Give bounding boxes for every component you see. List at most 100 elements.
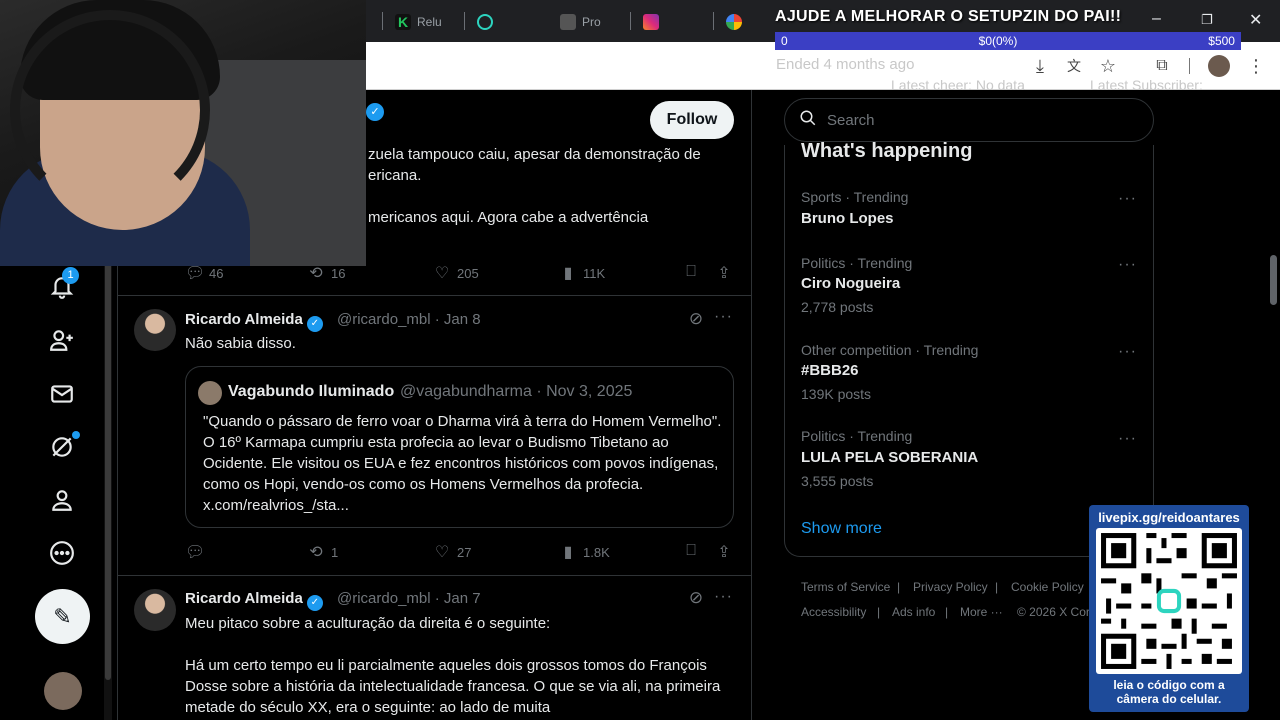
latest-subscriber: Latest Subscriber: (1090, 77, 1203, 93)
trend-meta: Other competition · Trending (801, 342, 979, 358)
profile-avatar[interactable] (1208, 55, 1230, 77)
share-button[interactable]: ⇪ (715, 542, 733, 562)
minimize-icon[interactable]: – (1152, 10, 1161, 28)
more-icon[interactable]: ··· (1118, 256, 1137, 274)
trend-name[interactable]: Bruno Lopes (801, 210, 894, 227)
repost-icon: ⟲ (309, 544, 323, 561)
trend-name[interactable]: LULA PELA SOBERANIA (801, 449, 978, 466)
tab-2[interactable] (477, 8, 493, 36)
qr-caption-line1: leia o código com a (1113, 678, 1225, 692)
tab-google[interactable] (726, 8, 742, 36)
author-name[interactable]: Ricardo Almeida ✓ (185, 590, 323, 611)
trend-meta: Politics · Trending (801, 255, 913, 271)
repost-button[interactable]: ⟲ 16 (307, 263, 345, 283)
trend-count: 3,555 posts (801, 473, 874, 489)
bookmark-button[interactable]: ⎕ (682, 263, 700, 281)
reply-icon: 💬︎ (185, 544, 206, 561)
author-handle-date[interactable]: @ricardo_mbl · Jan 7 (337, 590, 481, 607)
reply-count: 46 (209, 265, 224, 281)
like-button[interactable]: ♡ 27 (433, 542, 472, 562)
extensions-icon[interactable]: ⧉ (1152, 56, 1172, 76)
trends-title: What's happening (801, 140, 973, 162)
follow-button[interactable]: Follow (650, 101, 734, 139)
latest-cheer: Latest cheer: No data (891, 77, 1025, 93)
tab-label: Relu (417, 15, 442, 29)
bookmark-icon: ⎕ (686, 542, 696, 559)
views-button[interactable]: ▮ 11K (559, 263, 606, 283)
more-options-icon[interactable] (48, 539, 76, 567)
view-count: 11K (583, 265, 606, 281)
translate-icon[interactable]: 文 (1064, 56, 1084, 76)
tab-relu[interactable]: K Relu (395, 8, 442, 36)
star-icon[interactable]: ☆ (1098, 56, 1118, 76)
repost-count: 16 (331, 265, 346, 281)
search-input[interactable]: Search (784, 98, 1154, 142)
tweet-text-line: Meu pitaco sobre a aculturação da direit… (185, 615, 551, 632)
views-icon: ▮ (563, 265, 573, 282)
footer-cookie-link[interactable]: Cookie Policy (1011, 580, 1084, 594)
profile-icon[interactable] (48, 486, 76, 514)
follow-people-icon[interactable] (48, 326, 76, 354)
footer-more-link[interactable]: More ··· (960, 605, 1003, 619)
headset-icon (10, 10, 210, 210)
footer-terms-link[interactable]: Terms of Service (801, 580, 890, 594)
instagram-icon (643, 14, 659, 30)
tweet-text-line: mericanos aqui. Agora cabe a advertência (368, 209, 649, 226)
menu-icon[interactable]: ⋮ (1246, 56, 1266, 76)
goal-bar: 0 $0(0%) $500 (775, 32, 1241, 50)
trend-name[interactable]: #BBB26 (801, 362, 859, 379)
webcam-feed (0, 0, 366, 266)
grok-icon[interactable]: ⊘ (686, 309, 706, 329)
qr-caption-line2: câmera do celular. (1116, 692, 1222, 706)
post-button[interactable]: ✎ (35, 589, 90, 644)
repost-button[interactable]: ⟲ 1 (307, 542, 338, 562)
show-more-link[interactable]: Show more (801, 520, 882, 538)
google-icon (726, 14, 742, 30)
share-button[interactable]: ⇪ (715, 263, 733, 283)
like-button[interactable]: ♡ 205 (433, 263, 479, 283)
tab-label: Pro (582, 15, 601, 29)
qr-code (1096, 528, 1242, 674)
footer-ads-link[interactable]: Ads info (892, 605, 935, 619)
views-icon: ▮ (563, 544, 573, 561)
footer-accessibility-link[interactable]: Accessibility (801, 605, 866, 619)
footer-copyright: © 2026 X Cor (1017, 605, 1089, 619)
close-icon[interactable]: ✕ (1249, 10, 1262, 30)
trend-name[interactable]: Ciro Nogueira (801, 275, 900, 292)
author-handle-date[interactable]: @ricardo_mbl · Jan 8 (337, 311, 481, 328)
more-icon[interactable]: ··· (714, 308, 733, 326)
tab-separator (464, 12, 465, 30)
bookmark-icon: ⎕ (686, 263, 696, 280)
author-name[interactable]: Ricardo Almeida ✓ (185, 311, 323, 332)
repost-icon: ⟲ (309, 265, 323, 282)
install-icon[interactable]: ⤓ (1030, 56, 1050, 76)
trend-count: 139K posts (801, 386, 872, 402)
more-icon[interactable]: ··· (714, 588, 733, 606)
feather-icon: ✎ (53, 603, 72, 629)
quote-avatar (198, 381, 222, 405)
avatar[interactable] (134, 309, 176, 351)
more-icon[interactable]: ··· (1118, 430, 1137, 448)
restore-icon[interactable]: ❐ (1201, 12, 1213, 28)
views-button[interactable]: ▮ 1.8K (559, 542, 610, 562)
reply-button[interactable]: 💬︎ (185, 542, 209, 562)
page-scrollbar[interactable] (1267, 90, 1280, 720)
divider (118, 295, 752, 296)
tab-pro[interactable]: Pro (560, 8, 601, 36)
search-placeholder: Search (827, 111, 875, 129)
footer-privacy-link[interactable]: Privacy Policy (913, 580, 988, 594)
grok-icon[interactable]: ⊘ (686, 588, 706, 608)
bookmark-button[interactable]: ⎕ (682, 542, 700, 560)
more-icon[interactable]: ··· (1118, 343, 1137, 361)
tab-instagram[interactable] (643, 8, 659, 36)
reply-button[interactable]: 💬︎ 46 (185, 263, 223, 283)
trend-meta: Sports · Trending (801, 189, 909, 205)
account-avatar[interactable] (44, 672, 82, 710)
tab-separator (382, 12, 383, 30)
more-icon[interactable]: ··· (1118, 190, 1137, 208)
quote-tweet[interactable]: Vagabundo Iluminado @vagabundharma · Nov… (185, 366, 734, 528)
messages-icon[interactable] (48, 380, 76, 408)
scrollbar-thumb[interactable] (1270, 255, 1277, 305)
avatar[interactable] (134, 589, 176, 631)
